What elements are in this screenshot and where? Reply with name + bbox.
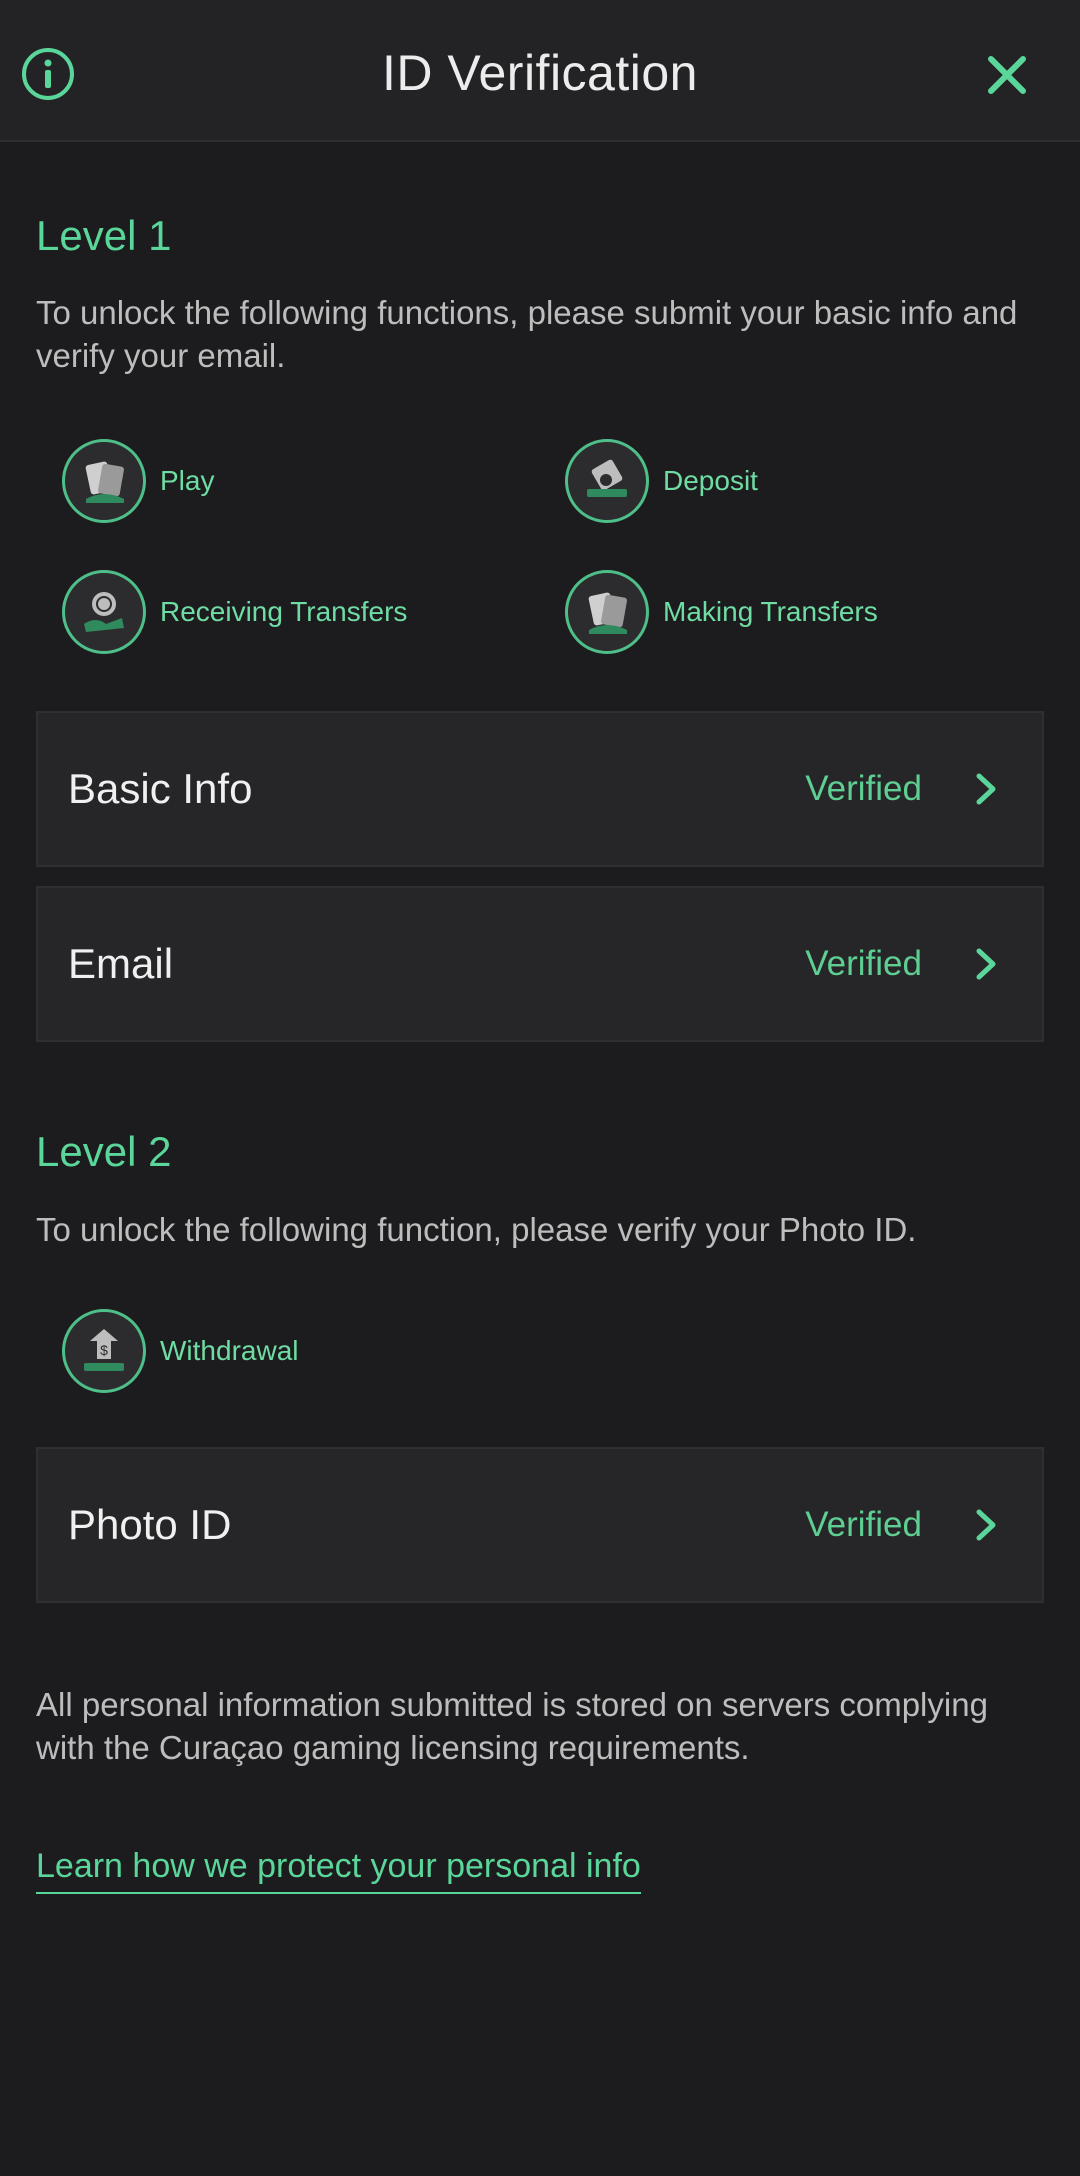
svg-text:$: $ [100, 1342, 108, 1358]
playing-cards-icon [565, 570, 649, 654]
privacy-note: All personal information submitted is st… [36, 1686, 988, 1766]
chevron-right-icon [970, 1505, 1002, 1545]
feature-label: Making Transfers [663, 596, 878, 627]
learn-more-link[interactable]: Learn how we protect your personal info [36, 1847, 641, 1894]
photo-id-row[interactable]: Photo ID Verified [36, 1447, 1044, 1603]
level-1-title: Level 1 [36, 212, 172, 259]
feature-label: Play [160, 465, 215, 496]
feature-receiving-transfers: Receiving Transfers [62, 567, 407, 657]
close-icon[interactable] [982, 50, 1032, 100]
feature-making-transfers: Making Transfers [565, 567, 878, 657]
email-row[interactable]: Email Verified [36, 886, 1044, 1042]
feature-deposit: Deposit [565, 436, 758, 526]
coin-hand-icon [62, 570, 146, 654]
level-1-description: To unlock the following functions, pleas… [36, 294, 1018, 374]
status-verified: Verified [805, 769, 922, 808]
top-bar: ID Verification [0, 0, 1080, 142]
chevron-right-icon [970, 944, 1002, 984]
row-label: Basic Info [68, 765, 253, 812]
level-2-description: To unlock the following function, please… [36, 1211, 917, 1248]
withdraw-arrow-icon: $ [62, 1309, 146, 1393]
feature-label: Withdrawal [160, 1335, 299, 1366]
deposit-tray-icon [565, 439, 649, 523]
chevron-right-icon [970, 769, 1002, 809]
feature-label: Deposit [663, 465, 758, 496]
page-title: ID Verification [382, 45, 698, 101]
row-label: Photo ID [68, 1501, 232, 1548]
basic-info-row[interactable]: Basic Info Verified [36, 711, 1044, 867]
feature-label: Receiving Transfers [160, 596, 408, 627]
level-2-title: Level 2 [36, 1128, 172, 1175]
feature-withdrawal: $ Withdrawal [62, 1306, 298, 1396]
row-label: Email [68, 940, 174, 987]
playing-cards-icon [62, 439, 146, 523]
status-verified: Verified [805, 944, 922, 983]
feature-play: Play [62, 436, 214, 526]
status-verified: Verified [805, 1505, 922, 1544]
